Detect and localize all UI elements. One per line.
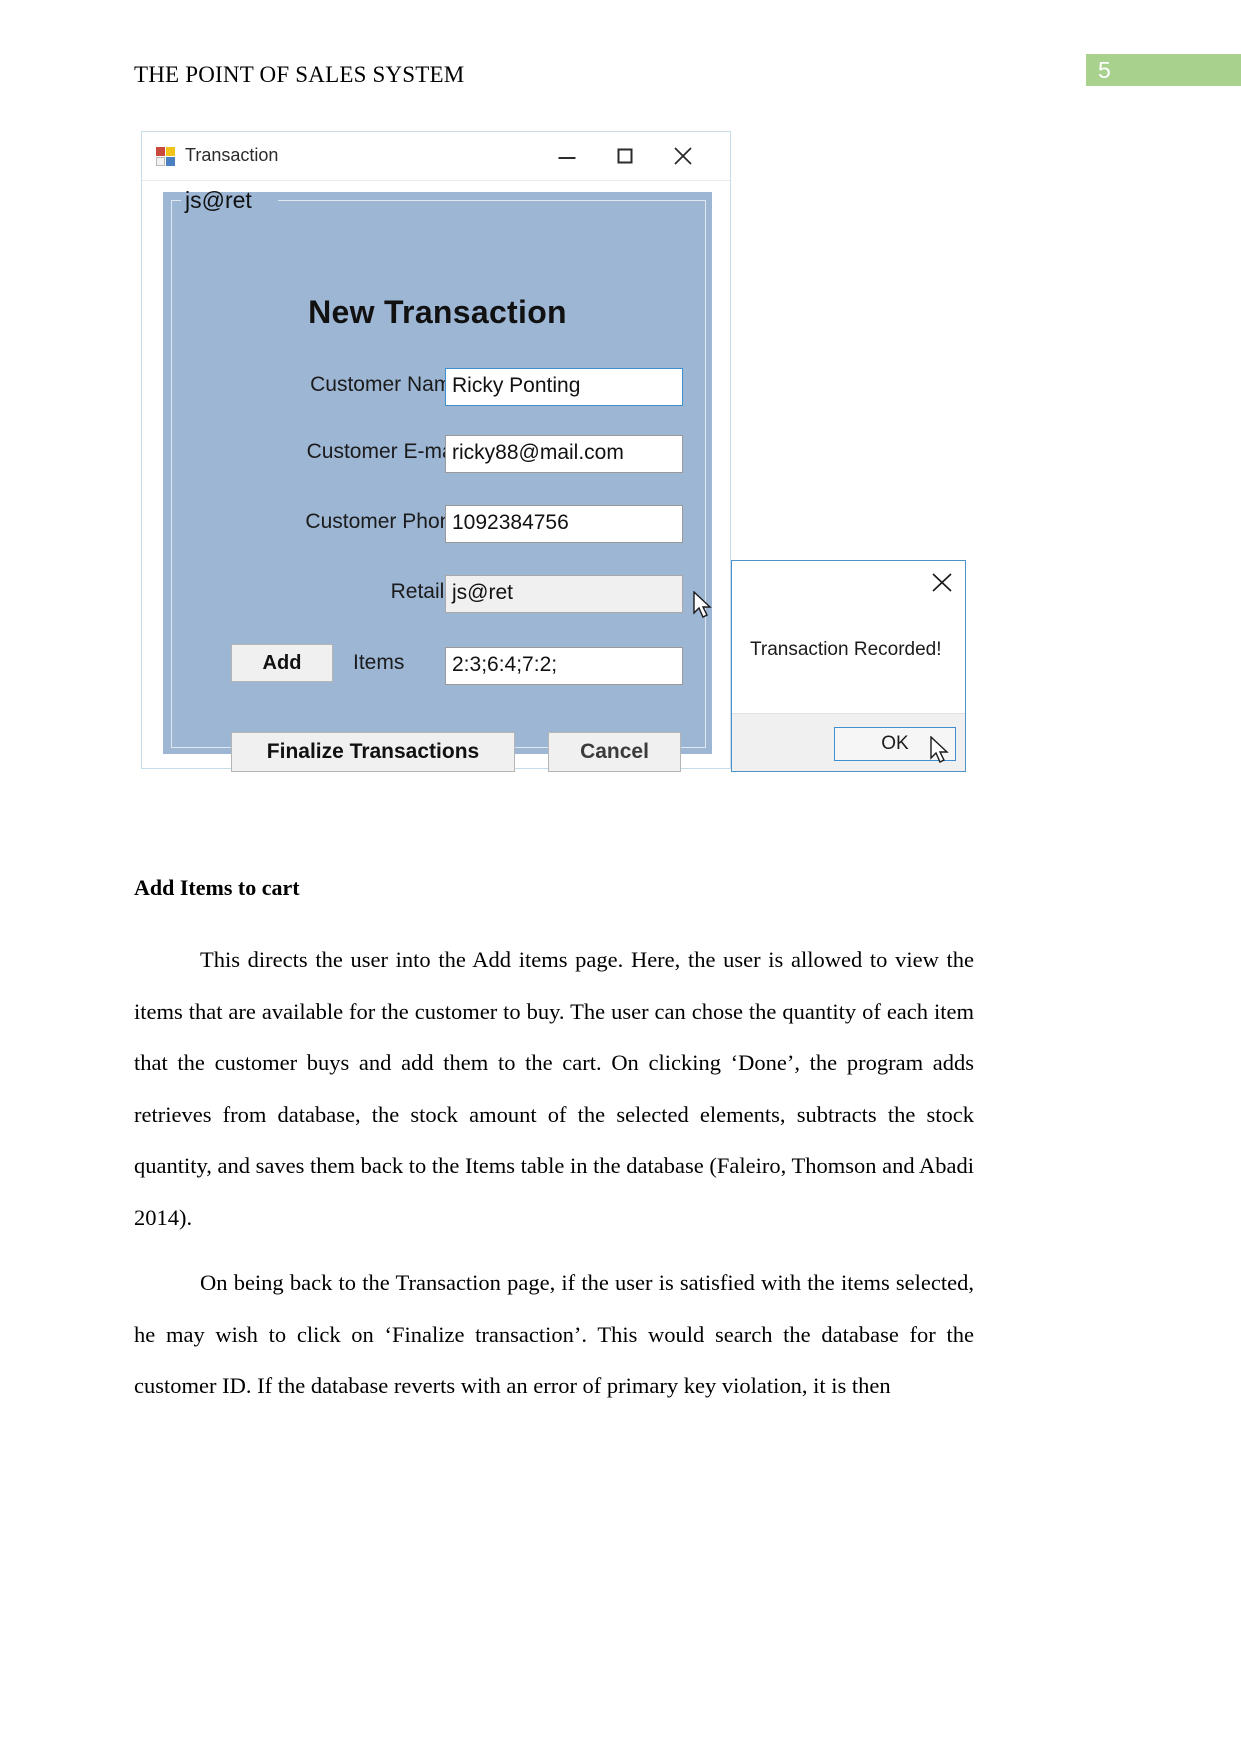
minimize-icon <box>558 157 576 159</box>
window-title-bar: Transaction <box>142 132 730 181</box>
paragraph-2: On being back to the Transaction page, i… <box>134 1270 974 1398</box>
form-panel: js@ret New Transaction Customer Name Ric… <box>163 187 712 772</box>
group-box-line-left <box>171 200 181 201</box>
close-icon <box>673 146 693 166</box>
customer-name-input[interactable]: Ricky Ponting <box>445 368 683 406</box>
running-head: THE POINT OF SALES SYSTEM <box>134 62 465 87</box>
field-row-retailer: Retailer js@ret <box>163 575 712 613</box>
paragraph-1: This directs the user into the Add items… <box>134 947 974 1230</box>
mouse-cursor-panel <box>693 590 715 621</box>
group-box-line-right <box>278 200 706 201</box>
maximize-icon <box>617 148 633 164</box>
screenshot-figure: Transaction js@ret New Transaction Custo… <box>141 131 967 772</box>
retailer-input[interactable]: js@ret <box>445 575 683 613</box>
customer-email-label: Customer E-mail <box>306 440 463 463</box>
cancel-button[interactable]: Cancel <box>548 732 681 772</box>
section-heading: Add Items to cart <box>134 875 300 900</box>
field-row-customer-name: Customer Name Ricky Ponting <box>163 368 712 406</box>
customer-phone-value: 1092384756 <box>452 511 569 534</box>
items-input[interactable]: 2:3;6:4;7:2; <box>445 647 683 685</box>
winforms-app-icon <box>156 147 175 166</box>
window-title: Transaction <box>185 145 279 165</box>
field-row-customer-phone: Customer Phone 1092384756 <box>163 505 712 543</box>
customer-name-label: Customer Name <box>310 373 463 396</box>
page-number: 5 <box>1098 57 1111 83</box>
customer-phone-label: Customer Phone <box>305 510 463 533</box>
mouse-cursor-ok <box>930 735 952 766</box>
dialog-message: Transaction Recorded! <box>750 639 942 660</box>
page-number-band: 5 <box>1086 54 1241 86</box>
customer-email-value: ricky88@mail.com <box>452 441 624 464</box>
customer-name-value: Ricky Ponting <box>452 374 581 397</box>
retailer-label: Retailer <box>390 580 463 603</box>
dialog-body: Transaction Recorded! <box>732 561 965 713</box>
retailer-value: js@ret <box>452 581 513 604</box>
items-value: 2:3;6:4;7:2; <box>452 653 558 676</box>
minimize-button[interactable] <box>538 132 596 180</box>
dialog-close-button[interactable] <box>929 570 957 596</box>
close-button[interactable] <box>654 132 712 180</box>
close-icon <box>932 573 952 592</box>
document-header: THE POINT OF SALES SYSTEM 5 <box>0 54 1241 102</box>
transaction-window: Transaction js@ret New Transaction Custo… <box>141 131 731 772</box>
field-row-customer-email: Customer E-mail ricky88@mail.com <box>163 435 712 473</box>
customer-email-input[interactable]: ricky88@mail.com <box>445 435 683 473</box>
group-box-label: js@ret <box>185 187 252 213</box>
field-row-items: 2:3;6:4;7:2; <box>163 647 712 685</box>
finalize-transactions-button[interactable]: Finalize Transactions <box>231 732 515 772</box>
maximize-button[interactable] <box>596 132 654 180</box>
customer-phone-input[interactable]: 1092384756 <box>445 505 683 543</box>
form-title: New Transaction <box>308 294 567 330</box>
